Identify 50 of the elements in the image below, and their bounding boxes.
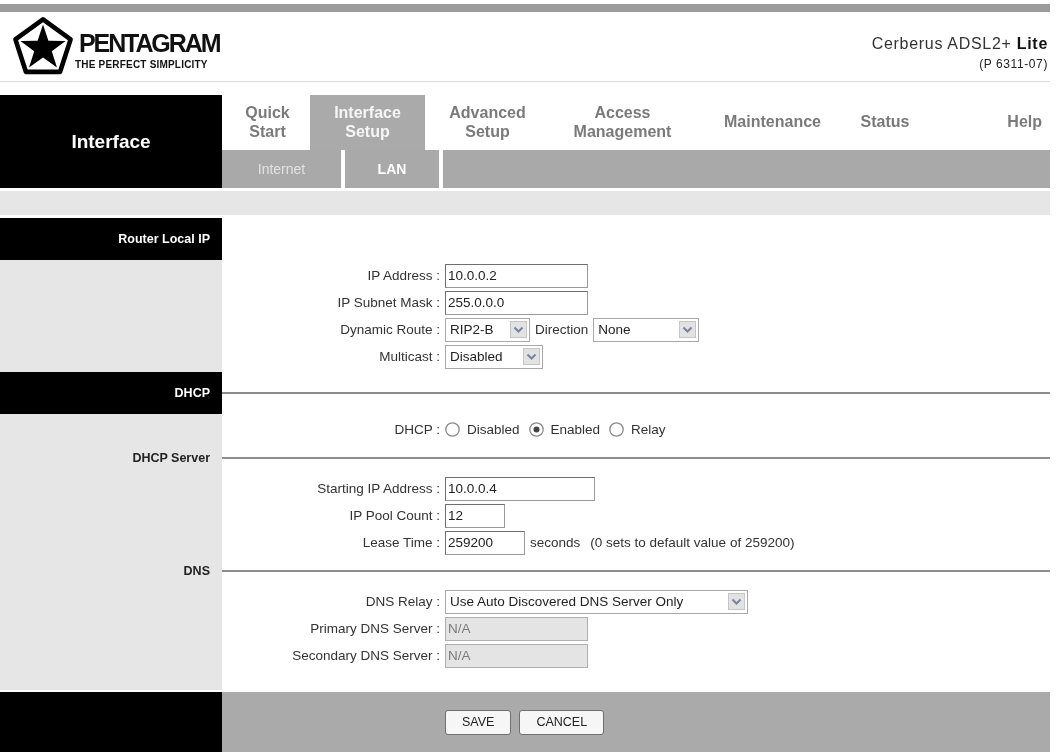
field-label: DNS Relay : [364, 594, 440, 609]
input-field[interactable]: 10.0.0.4 [445, 476, 595, 501]
field-label: Primary DNS Server : [309, 621, 440, 636]
field-label: DHCP : [393, 422, 440, 437]
caret-icon [679, 321, 697, 338]
field-label: Direction [535, 322, 589, 337]
radio-icon[interactable] [528, 422, 544, 437]
field-label: Starting IP Address : [316, 481, 440, 496]
nav-tab[interactable]: Status [850, 95, 920, 150]
action-button[interactable]: SAVE [445, 709, 512, 735]
nav-tab[interactable]: Access Management [550, 95, 695, 150]
dropdown[interactable]: Disabled [445, 344, 543, 369]
field-label: Dynamic Route : [339, 322, 440, 337]
radio-icon[interactable] [609, 422, 625, 437]
radio-option[interactable]: Relay [609, 422, 666, 437]
field-label: Lease Time : [361, 535, 440, 550]
nav-tab[interactable]: Maintenance [695, 95, 850, 150]
nav-tab[interactable]: Advanced Setup [425, 95, 550, 150]
model-number: (P 6311-07) [979, 57, 1048, 72]
field-label: Secondary DNS Server : [291, 648, 440, 663]
input-field[interactable]: 10.0.0.2 [445, 263, 588, 288]
dropdown[interactable]: None [593, 317, 700, 342]
input-field[interactable]: 12 [445, 503, 505, 528]
section-heading: Router Local IP [0, 218, 222, 260]
logo-wordmark: PENTAGRAM [79, 31, 220, 56]
field-label: IP Address : [366, 268, 440, 283]
section-label: DHCP Server [131, 450, 211, 467]
field-label: IP Pool Count : [348, 508, 440, 523]
radio-option[interactable]: Disabled [445, 422, 520, 437]
caret-icon [510, 321, 527, 338]
dropdown[interactable]: RIP2-B [445, 317, 530, 342]
dropdown[interactable]: Use Auto Discovered DNS Server Only [445, 589, 748, 614]
product-name: Cerberus ADSL2+ Lite [871, 33, 1048, 54]
hint-text: (0 sets to default value of 259200) [590, 535, 795, 550]
page-title: Interface [0, 95, 222, 188]
input-field[interactable]: 259200 [445, 530, 525, 555]
input-field[interactable]: 255.0.0.0 [445, 290, 588, 315]
nav-tab[interactable]: Help [920, 95, 1050, 150]
field-label: Multicast : [378, 349, 440, 364]
radio-option[interactable]: Enabled [528, 422, 601, 437]
section-label: DNS [182, 563, 211, 580]
unit-label: seconds [530, 535, 581, 550]
logo-tagline: THE PERFECT SIMPLICITY [75, 60, 208, 70]
field-label: IP Subnet Mask : [336, 295, 440, 310]
action-button[interactable]: CANCEL [519, 709, 605, 735]
caret-icon [728, 593, 745, 610]
radio-icon[interactable] [445, 422, 460, 437]
caret-icon [523, 348, 540, 365]
section-heading: DHCP [0, 372, 222, 414]
nav-tab[interactable]: Quick Start [225, 95, 310, 150]
